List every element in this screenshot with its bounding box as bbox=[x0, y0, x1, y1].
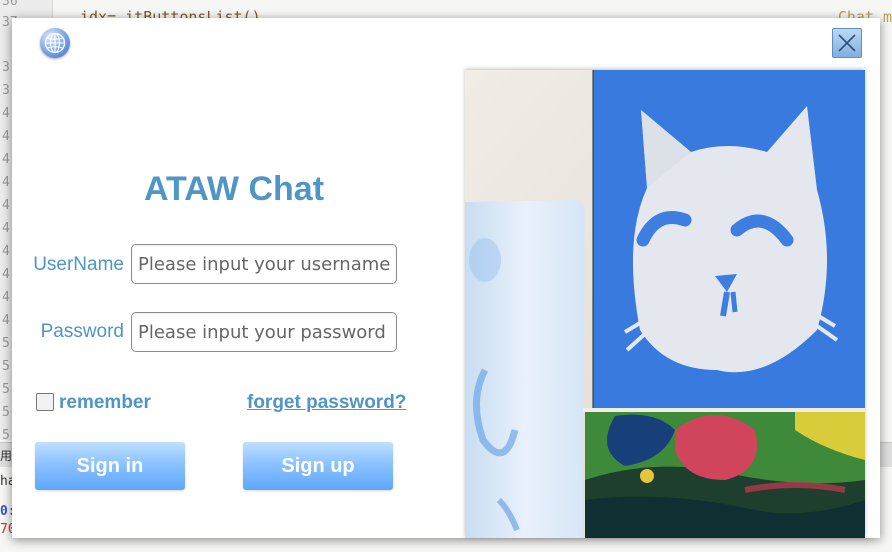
username-input[interactable] bbox=[131, 244, 397, 284]
close-icon[interactable] bbox=[832, 28, 862, 58]
login-dialog: ATAW Chat UserName Password remember for… bbox=[12, 18, 880, 538]
panel-tab-label: 用 bbox=[0, 449, 13, 463]
password-label: Password bbox=[40, 321, 124, 342]
username-label: UserName bbox=[33, 254, 124, 275]
app-title: ATAW Chat bbox=[143, 170, 325, 208]
painted-cat-artwork bbox=[465, 70, 865, 538]
password-input[interactable] bbox=[131, 312, 397, 352]
line-number: 36 bbox=[2, 0, 18, 9]
remember-label: remember bbox=[59, 392, 151, 413]
sign-in-button[interactable]: Sign in bbox=[35, 442, 185, 490]
remember-checkbox[interactable] bbox=[36, 393, 54, 411]
globe-icon[interactable] bbox=[40, 28, 70, 58]
sign-up-button[interactable]: Sign up bbox=[243, 442, 393, 490]
forgot-password-link[interactable]: forget password? bbox=[247, 392, 406, 414]
